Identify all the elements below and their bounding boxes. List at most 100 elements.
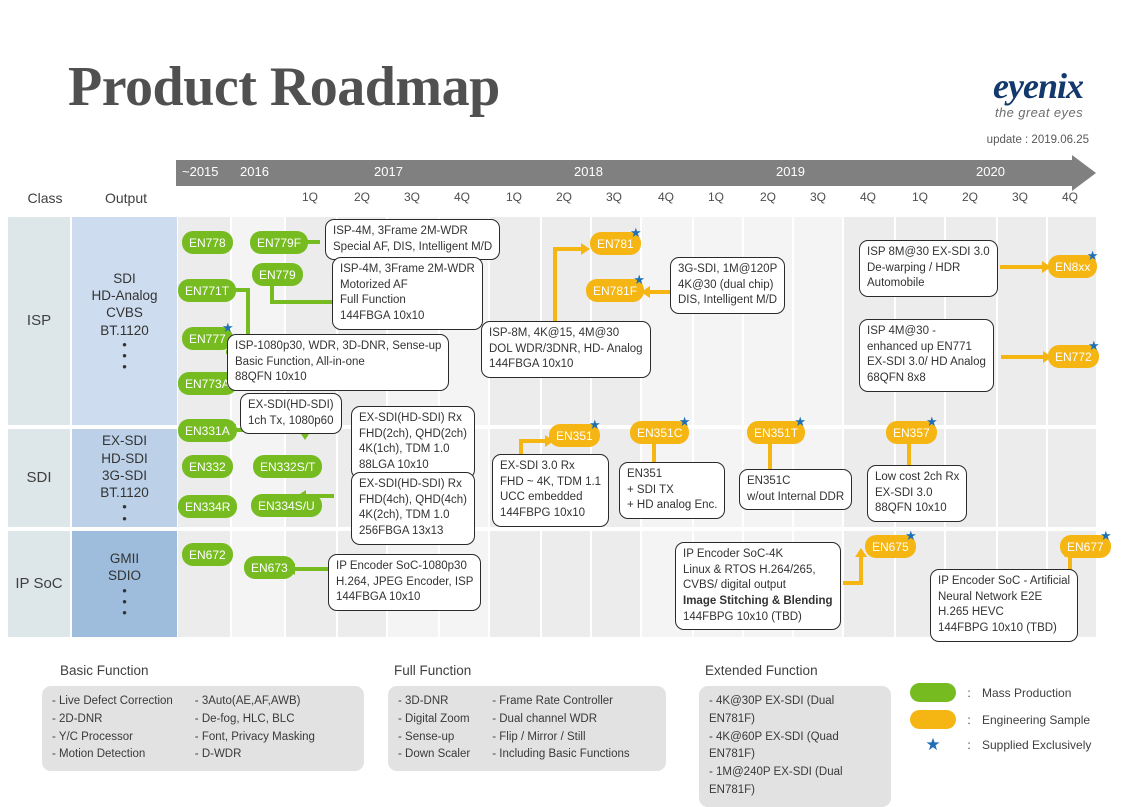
quarter-label-5: 2Q	[555, 190, 572, 204]
note-exsdi-rx-4ch: EX-SDI(HD-SDI) Rx FHD(4ch), QHD(4ch) 4K(2c…	[351, 472, 475, 545]
basic-function-title: Basic Function	[60, 663, 149, 678]
basic-function-col1: - Live Defect Correction - 2D-DNR - Y/C Pr…	[52, 693, 173, 764]
output-cell-sdi: EX-SDI HD-SDI 3G-SDI BT.1120 • •	[72, 429, 177, 527]
badge-en351c[interactable]: EN351C ★	[630, 415, 690, 444]
badge-en771t[interactable]: EN771T	[178, 279, 237, 302]
timeline-arrow-icon	[1072, 155, 1096, 191]
note-en351-sditx: EN351 + SDI TX + HD analog Enc.	[619, 462, 726, 519]
badge-en332st[interactable]: EN332S/T	[253, 455, 323, 478]
output-sdi-1: HD-SDI	[101, 450, 148, 466]
note-line: EX-SDI(HD-SDI)	[248, 399, 334, 411]
note-exsdi-rx-2ch: EX-SDI(HD-SDI) Rx FHD(2ch), QHD(2ch) 4K(1c…	[351, 406, 475, 479]
note-line: EX-SDI 3.0/ HD Analog	[867, 356, 986, 369]
note-line: EX-SDI 3.0	[875, 486, 933, 499]
note-line: Special AF, DIS, Intelligent M/D	[333, 240, 493, 253]
note-line: + SDI TX	[627, 483, 674, 496]
note-line: w/out Internal DDR	[747, 490, 845, 503]
legend-colon-0: :	[967, 685, 971, 700]
timeline-year-2019: 2019	[776, 164, 805, 179]
note-line: + HD analog Enc.	[627, 499, 718, 512]
roadmap-slide: Product Roadmap eyenix the great eyes up…	[0, 0, 1123, 807]
legend-colon-1: :	[967, 712, 971, 727]
note-exsdi30-rx: EX-SDI 3.0 Rx FHD ~ 4K, TDM 1.1 UCC embedd…	[492, 454, 610, 527]
note-line: 68QFN 8x8	[867, 371, 926, 384]
badge-en334su[interactable]: EN334S/U	[251, 494, 322, 517]
note-isp-8m30-exsdi: ISP 8M@30 EX-SDI 3.0 De-warping / HDR Auto…	[859, 240, 998, 297]
exclusive-star-icon: ★	[630, 225, 642, 240]
class-cell-ipsoc: IP SoC	[8, 531, 70, 637]
quarter-label-7: 4Q	[657, 190, 674, 204]
extended-function-box: - 4K@30P EX-SDI (Dual EN781F) - 4K@60P EX…	[699, 686, 891, 807]
badge-en781f[interactable]: EN781F ★	[586, 273, 645, 302]
note-line: Basic Function, All-in-one	[235, 355, 365, 368]
note-line: Automobile	[867, 277, 925, 290]
note-line: Image Stitching & Blending	[683, 594, 833, 607]
output-cell-ipsoc: GMII SDIO • • •	[72, 531, 177, 637]
quarter-label-3: 4Q	[453, 190, 470, 204]
class-cell-isp: ISP	[8, 217, 70, 425]
badge-en777[interactable]: EN777 ★	[182, 321, 234, 350]
extended-function-item: - 4K@60P EX-SDI (Quad EN781F)	[709, 730, 839, 761]
quarter-label-4: 1Q	[505, 190, 522, 204]
badge-en8xx[interactable]: EN8xx ★	[1048, 249, 1098, 278]
note-line: 144FBGA 10x10	[336, 591, 421, 604]
full-function-item: - Digital Zoom	[398, 712, 470, 725]
full-function-item: - Including Basic Functions	[492, 748, 630, 761]
extended-function-title: Extended Function	[705, 663, 818, 678]
badge-en675[interactable]: EN675 ★	[865, 529, 917, 558]
page-title: Product Roadmap	[68, 56, 500, 118]
note-ip-encoder-1080p30: IP Encoder SoC-1080p30 H.264, JPEG Encode…	[328, 554, 482, 611]
badge-en772[interactable]: EN772 ★	[1048, 339, 1100, 368]
badge-en334r[interactable]: EN334R	[178, 495, 238, 518]
badge-en351t[interactable]: EN351T ★	[747, 415, 806, 444]
note-line: 3G-SDI, 1M@120P	[678, 263, 778, 275]
output-isp-dots: • • •	[122, 336, 127, 375]
note-line: ISP 4M@30 -	[867, 325, 936, 337]
note-line: ISP-1080p30, WDR, 3D-DNR, Sense-up	[235, 340, 442, 352]
quarter-label-13: 2Q	[961, 190, 978, 204]
basic-function-col2: - 3Auto(AE,AF,AWB) - De-fog, HLC, BLC - Fo…	[195, 693, 315, 764]
output-ipsoc-dots: • • •	[122, 582, 127, 620]
basic-function-box: - Live Defect Correction - 2D-DNR - Y/C Pr…	[42, 686, 364, 772]
output-isp-1: HD-Analog	[91, 288, 158, 304]
badge-en781[interactable]: EN781 ★	[590, 226, 642, 255]
quarter-label-8: 1Q	[707, 190, 724, 204]
note-line: FHD ~ 4K, TDM 1.1	[500, 475, 602, 488]
exclusive-star-icon: ★	[905, 528, 917, 543]
badge-en779[interactable]: EN779	[252, 263, 303, 286]
badge-en331a[interactable]: EN331A	[178, 419, 237, 442]
output-sdi-dots: • •	[122, 499, 127, 526]
note-line: 88QFN 10x10	[235, 371, 307, 384]
badge-en332[interactable]: EN332	[182, 455, 233, 478]
note-isp-4m-motorized: ISP-4M, 3Frame 2M-WDR Motorized AF Full Fu…	[332, 257, 483, 330]
note-line: FHD(4ch), QHD(4ch)	[359, 493, 467, 506]
timeline-year-2018: 2018	[574, 164, 603, 179]
quarter-label-14: 3Q	[1011, 190, 1028, 204]
badge-en779f[interactable]: EN779F	[250, 231, 309, 254]
note-lowcost-2ch-rx: Low cost 2ch Rx EX-SDI 3.0 88QFN 10x10	[867, 465, 968, 522]
quarter-label-0: 1Q	[301, 190, 318, 204]
exclusive-star-icon: ★	[925, 735, 941, 754]
full-function-item: - Flip / Mirror / Still	[492, 730, 586, 743]
full-function-item: - Sense-up	[398, 730, 455, 743]
exclusive-star-icon: ★	[794, 414, 807, 429]
badge-en351[interactable]: EN351 ★	[549, 418, 601, 447]
badge-en673[interactable]: EN673	[244, 556, 295, 579]
badge-en677[interactable]: EN677 ★	[1060, 529, 1112, 558]
note-ip-encoder-ann: IP Encoder SoC - Artificial Neural Networ…	[930, 569, 1079, 642]
legend-label-engineering-sample: Engineering Sample	[982, 712, 1091, 727]
exclusive-star-icon: ★	[1088, 338, 1100, 353]
note-line: Low cost 2ch Rx	[875, 471, 960, 483]
note-line: H.264, JPEG Encoder, ISP	[336, 575, 474, 588]
legend-colon-2: :	[967, 737, 971, 752]
note-isp-4m-special-af: ISP-4M, 3Frame 2M-WDR Special AF, DIS, In…	[325, 219, 501, 261]
basic-function-item: - De-fog, HLC, BLC	[194, 712, 295, 725]
badge-en357[interactable]: EN357 ★	[886, 415, 938, 444]
note-line: 144FBPG 10x10 (TBD)	[683, 610, 802, 623]
legend-key-engineering-sample: : Engineering Sample	[910, 710, 1090, 729]
logo: eyenix the great eyes	[993, 68, 1084, 120]
timeline-year-2016: 2016	[240, 164, 269, 179]
badge-en778[interactable]: EN778	[182, 231, 233, 254]
badge-en672[interactable]: EN672	[182, 543, 233, 566]
note-line: IP Encoder SoC-4K	[683, 548, 784, 560]
